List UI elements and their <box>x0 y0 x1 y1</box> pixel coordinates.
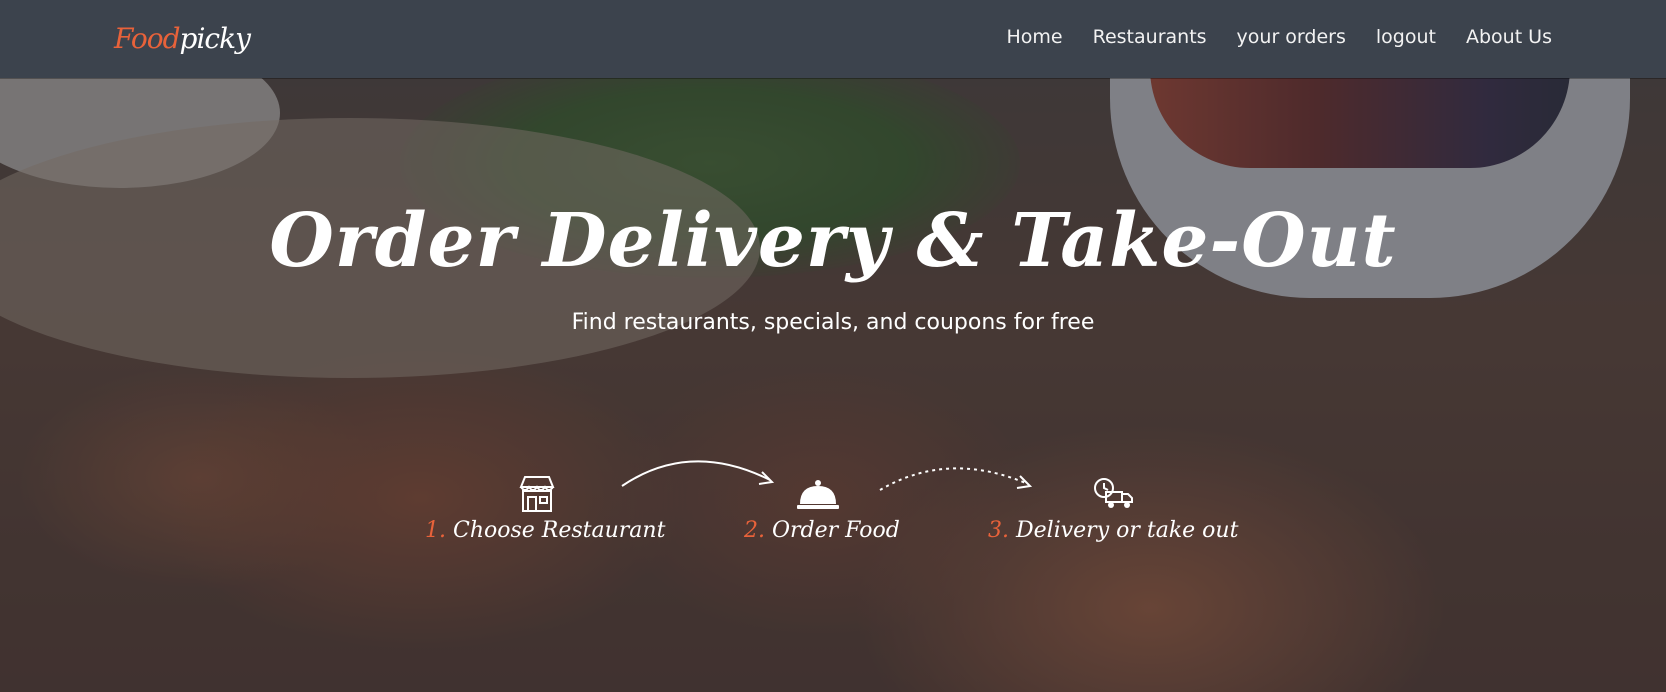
nav-restaurants-link[interactable]: Restaurants <box>1093 26 1207 48</box>
nav-your-orders-link[interactable]: your orders <box>1237 26 1346 48</box>
cloche-icon <box>797 480 839 509</box>
step-arrow-2 <box>879 467 1033 491</box>
step-3-label: Delivery or take out <box>1016 518 1239 543</box>
hero-subtitle: Find restaurants, specials, and coupons … <box>571 310 1095 335</box>
hero-dark-overlay <box>0 78 1666 692</box>
step-3-number: 3. <box>988 518 1009 543</box>
step-2-label: Order Food <box>772 518 900 543</box>
navbar: Foodpicky Home Restaurants your orders l… <box>0 0 1666 78</box>
brand-logo[interactable]: Foodpicky <box>114 22 251 55</box>
nav-logout-link[interactable]: logout <box>1376 26 1436 48</box>
step-1-number: 1. <box>425 518 446 543</box>
hero-section: Order Delivery & Take-Out Find restauran… <box>0 78 1666 692</box>
nav-home-link[interactable]: Home <box>1007 26 1063 48</box>
step-delivery-or-take-out: 3. Delivery or take out <box>988 518 1238 543</box>
step-1-label: Choose Restaurant <box>453 518 666 543</box>
nav-about-us-link[interactable]: About Us <box>1466 26 1552 48</box>
storefront-icon <box>519 476 555 512</box>
step-choose-restaurant: 1. Choose Restaurant <box>425 518 665 543</box>
logo-part-food: Food <box>114 22 181 55</box>
step-arrow-1 <box>621 460 775 487</box>
step-order-food: 2. Order Food <box>744 518 900 543</box>
main-nav: Home Restaurants your orders logout Abou… <box>1007 26 1552 48</box>
hero-title: Order Delivery & Take-Out <box>269 198 1397 284</box>
delivery-truck-icon <box>1094 478 1133 508</box>
logo-part-picky: picky <box>179 22 251 55</box>
step-2-number: 2. <box>744 518 765 543</box>
